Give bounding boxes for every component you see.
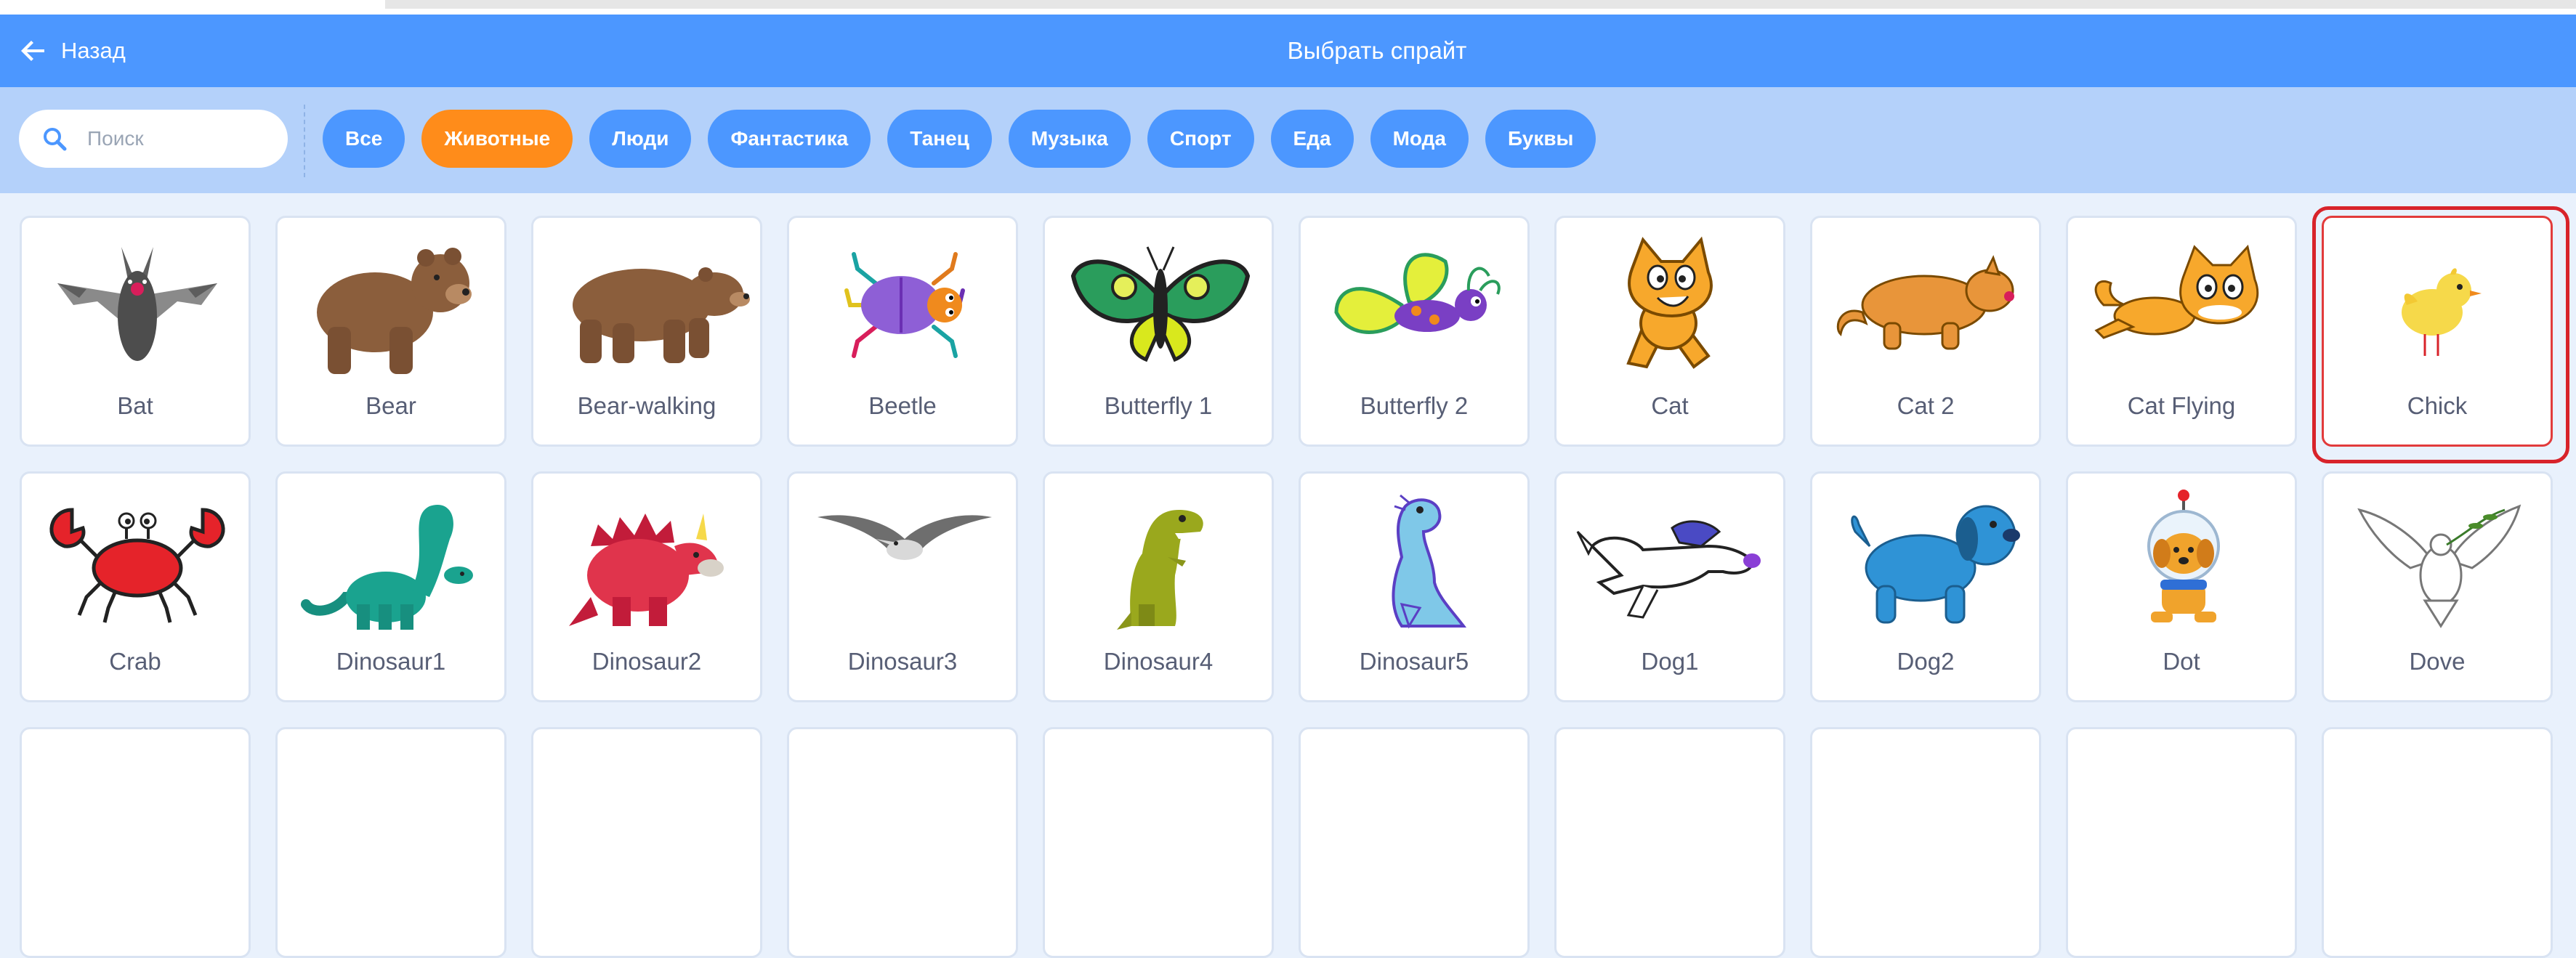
search-icon	[44, 128, 67, 151]
search-input[interactable]	[87, 121, 276, 157]
browser-top-strip	[0, 0, 2576, 15]
tag-letters[interactable]: Буквы	[1485, 110, 1596, 168]
sprite-card-cat[interactable]: Cat	[1554, 216, 1785, 447]
tag-food[interactable]: Еда	[1270, 110, 1354, 168]
dinosaur-icon	[569, 513, 724, 626]
sprite-name: Crab	[109, 648, 161, 675]
sprite-card[interactable]	[1299, 727, 1530, 958]
sprite-grid: Bat Bear Bear-walking Beetle Butterfly 1…	[0, 193, 2576, 958]
sprite-name: Bear	[366, 392, 416, 419]
sprite-name: Cat	[1651, 392, 1689, 419]
sprite-card-bat[interactable]: Bat	[20, 216, 251, 447]
sprite-card-dot[interactable]: Dot	[2066, 471, 2297, 702]
sprite-card[interactable]	[1554, 727, 1785, 958]
sprite-card-dinosaur1[interactable]: Dinosaur1	[275, 471, 506, 702]
sprite-name: Dove	[2409, 648, 2466, 675]
sprite-name: Cat Flying	[2127, 392, 2236, 419]
dinosaur-icon	[1392, 494, 1467, 629]
sprite-name: Bat	[117, 392, 153, 419]
sprite-card-butterfly-2[interactable]: Butterfly 2	[1299, 216, 1530, 447]
bear-walking-icon	[573, 267, 750, 363]
sprite-card-dinosaur3[interactable]: Dinosaur3	[787, 471, 1018, 702]
sprite-name: Chick	[2407, 392, 2468, 419]
sprite-card-dinosaur2[interactable]: Dinosaur2	[531, 471, 762, 702]
tag-fantasy[interactable]: Фантастика	[708, 110, 871, 168]
tag-animals[interactable]: Животные	[421, 110, 573, 168]
sprite-card-dinosaur5[interactable]: Dinosaur5	[1299, 471, 1530, 702]
tag-fashion[interactable]: Мода	[1370, 110, 1469, 168]
sprite-card-bear[interactable]: Bear	[275, 216, 506, 447]
sprite-card-chick[interactable]: Chick	[2312, 206, 2569, 463]
bear-icon	[317, 248, 472, 374]
filter-divider	[304, 105, 305, 177]
sprite-card[interactable]	[787, 727, 1018, 958]
beetle-icon	[844, 252, 965, 358]
cat-icon	[2094, 244, 2259, 339]
crab-icon	[49, 508, 225, 623]
tag-sports[interactable]: Спорт	[1147, 110, 1254, 168]
top-shadow	[385, 0, 2576, 9]
page-title: Выбрать спрайт	[1287, 37, 1467, 64]
dove-icon	[2357, 504, 2522, 628]
bat-icon	[57, 247, 217, 361]
tag-all[interactable]: Все	[323, 110, 405, 168]
cat-icon	[1626, 236, 1713, 369]
sprite-name: Dog1	[1641, 648, 1699, 675]
pterodactyl-icon	[817, 515, 992, 560]
sprite-name: Dinosaur4	[1103, 648, 1214, 675]
sprite-card[interactable]	[1043, 727, 1274, 958]
sprite-name: Butterfly 2	[1360, 392, 1469, 419]
sprite-card-cat-2[interactable]: Cat 2	[1810, 216, 2041, 447]
sprite-card-dove[interactable]: Dove	[2322, 471, 2553, 702]
filter-bar: Все Животные Люди Фантастика Танец Музык…	[0, 87, 2576, 193]
sprite-card-crab[interactable]: Crab	[20, 471, 251, 702]
tag-list: Все Животные Люди Фантастика Танец Музык…	[323, 110, 1596, 168]
tag-music[interactable]: Музыка	[1008, 110, 1131, 168]
sprite-card[interactable]	[20, 727, 251, 958]
sprite-card[interactable]	[1810, 727, 2041, 958]
search-box[interactable]	[19, 110, 288, 168]
sprite-name: Cat 2	[1897, 392, 1955, 419]
sprite-name: Dinosaur2	[591, 648, 702, 675]
dog-astronaut-icon	[2147, 490, 2220, 622]
sprite-card-beetle[interactable]: Beetle	[787, 216, 1018, 447]
sprite-card[interactable]	[275, 727, 506, 958]
sprite-name: Dinosaur1	[336, 648, 446, 675]
dinosaur-icon	[1117, 510, 1203, 630]
sprite-card-dog2[interactable]: Dog2	[1810, 471, 2041, 702]
sprite-name: Dot	[2163, 648, 2200, 675]
sprite-name: Dog2	[1897, 648, 1955, 675]
tag-people[interactable]: Люди	[589, 110, 692, 168]
dog-icon	[1851, 505, 2020, 624]
sprite-name: Bear-walking	[577, 392, 716, 419]
sprite-name: Beetle	[868, 392, 937, 419]
cat-icon	[1836, 255, 2014, 350]
sprite-card-bear-walking[interactable]: Bear-walking	[531, 216, 762, 447]
sprite-name: Dinosaur5	[1359, 648, 1469, 675]
dog-icon	[1576, 520, 1761, 619]
tag-dance[interactable]: Танец	[887, 110, 992, 168]
sprite-card[interactable]	[2066, 727, 2297, 958]
butterfly-icon	[1334, 253, 1501, 334]
sprite-card-butterfly-1[interactable]: Butterfly 1	[1043, 216, 1274, 447]
back-button[interactable]: Назад	[19, 15, 126, 87]
chick-icon	[2402, 268, 2482, 356]
sprite-card-cat-flying[interactable]: Cat Flying	[2066, 216, 2297, 447]
sprite-name: Dinosaur3	[847, 648, 958, 675]
sprite-card[interactable]	[531, 727, 762, 958]
butterfly-icon	[1070, 246, 1251, 362]
sprite-card-dinosaur4[interactable]: Dinosaur4	[1043, 471, 1274, 702]
sprite-name: Butterfly 1	[1104, 392, 1213, 419]
sprite-card-dog1[interactable]: Dog1	[1554, 471, 1785, 702]
library-header: Назад Выбрать спрайт	[0, 15, 2576, 87]
back-label: Назад	[61, 38, 126, 63]
dinosaur-icon	[301, 505, 473, 630]
sprite-card[interactable]	[2322, 727, 2553, 958]
arrow-left-icon	[21, 41, 44, 61]
